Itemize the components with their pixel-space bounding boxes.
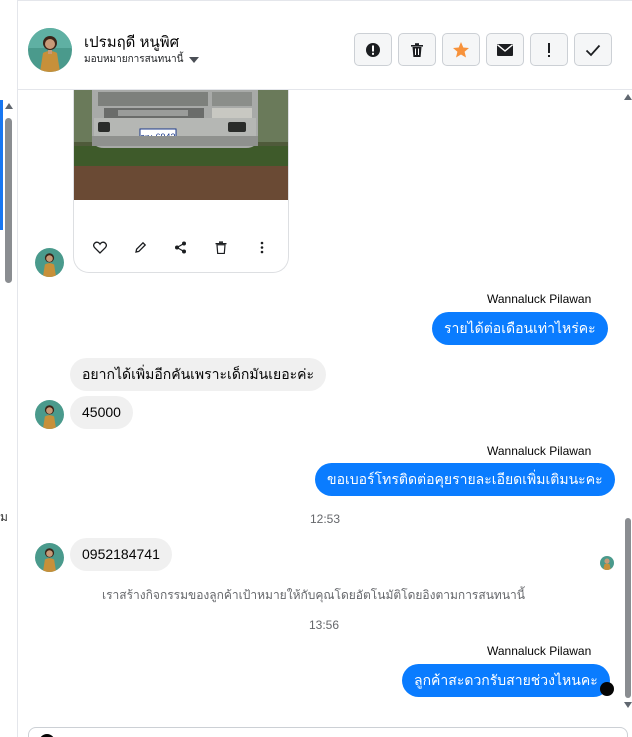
mark-unread-button[interactable] <box>486 33 524 66</box>
read-receipt-avatar <box>600 556 614 570</box>
heart-icon <box>93 241 108 254</box>
scroll-up-arrow[interactable] <box>624 94 632 100</box>
scroll-down-arrow[interactable] <box>624 702 632 708</box>
contact-avatar-small <box>35 248 64 277</box>
delete-button[interactable] <box>398 33 436 66</box>
trash-icon <box>215 240 227 254</box>
thread-scrollbar[interactable] <box>624 90 632 710</box>
assign-conversation-dropdown[interactable]: มอบหมายการสนทนานี้ <box>84 52 200 67</box>
contact-avatar[interactable] <box>28 28 72 72</box>
done-button[interactable] <box>574 33 612 66</box>
header-actions <box>354 33 612 66</box>
edit-button[interactable] <box>131 237 151 257</box>
check-icon <box>585 44 601 56</box>
sender-name: Wannaluck Pilawan <box>487 444 592 458</box>
incoming-message[interactable]: 45000 <box>70 396 133 429</box>
assign-label: มอบหมายการสนทนานี้ <box>84 54 184 65</box>
image-attachment-card[interactable]: ฆษ 6943 <box>73 90 289 273</box>
contact-name: เปรมฤดี หนูพิศ <box>84 34 180 51</box>
follow-up-button[interactable] <box>530 33 568 66</box>
left-scrollbar[interactable] <box>5 118 12 283</box>
timestamp: 13:56 <box>309 618 340 632</box>
conversation-header: เปรมฤดี หนูพิศ มอบหมายการสนทนานี้ <box>18 0 632 90</box>
contact-avatar-small <box>35 400 64 429</box>
message-thread: ฆษ 6943 Wannaluck Pilawan รายได้ต่อเดือน <box>18 90 632 737</box>
outgoing-message[interactable]: ขอเบอร์โทรติดต่อคุยรายละเอียดเพิ่มเติมนะ… <box>315 463 615 496</box>
pencil-icon <box>135 241 147 253</box>
more-options-button[interactable] <box>252 237 272 257</box>
left-panel-edge: ม <box>0 0 18 737</box>
more-icon <box>260 241 264 253</box>
spam-button[interactable] <box>354 33 392 66</box>
system-notice: เราสร้างกิจกรรมของลูกค้าเป้าหมายให้กับคุ… <box>102 588 525 602</box>
attachment-actions <box>74 237 288 257</box>
incoming-message[interactable]: อยากได้เพิ่มอีกคันเพราะเด็กมันเยอะค่ะ <box>70 358 327 391</box>
incoming-message[interactable]: 0952184741 <box>70 538 172 571</box>
sender-name: Wannaluck Pilawan <box>487 644 592 658</box>
sent-status-icon <box>600 682 614 696</box>
car-photo[interactable]: ฆษ 6943 <box>74 90 288 200</box>
delete-attachment-button[interactable] <box>211 237 231 257</box>
timestamp: 12:53 <box>310 512 341 526</box>
scrollbar-thumb[interactable] <box>625 518 631 698</box>
contact-avatar-small <box>35 543 64 572</box>
outgoing-message[interactable]: รายได้ต่อเดือนเท่าไหร่คะ <box>432 312 608 345</box>
star-button[interactable] <box>442 33 480 66</box>
scroll-up-arrow[interactable] <box>5 103 13 109</box>
react-button[interactable] <box>90 237 110 257</box>
trash-icon <box>411 42 423 57</box>
share-button[interactable] <box>171 237 191 257</box>
exclamation-icon <box>548 42 550 57</box>
chevron-down-icon <box>189 56 200 63</box>
alert-circle-icon <box>366 42 380 57</box>
star-icon <box>453 41 469 57</box>
sender-name: Wannaluck Pilawan <box>487 292 592 306</box>
active-indicator <box>0 100 3 230</box>
outgoing-message[interactable]: ลูกค้าสะดวกรับสายช่วงไหนคะ <box>402 664 610 697</box>
message-composer[interactable] <box>28 727 628 737</box>
truncated-text: ม <box>0 510 8 524</box>
share-icon <box>175 241 187 253</box>
envelope-icon <box>497 43 513 56</box>
